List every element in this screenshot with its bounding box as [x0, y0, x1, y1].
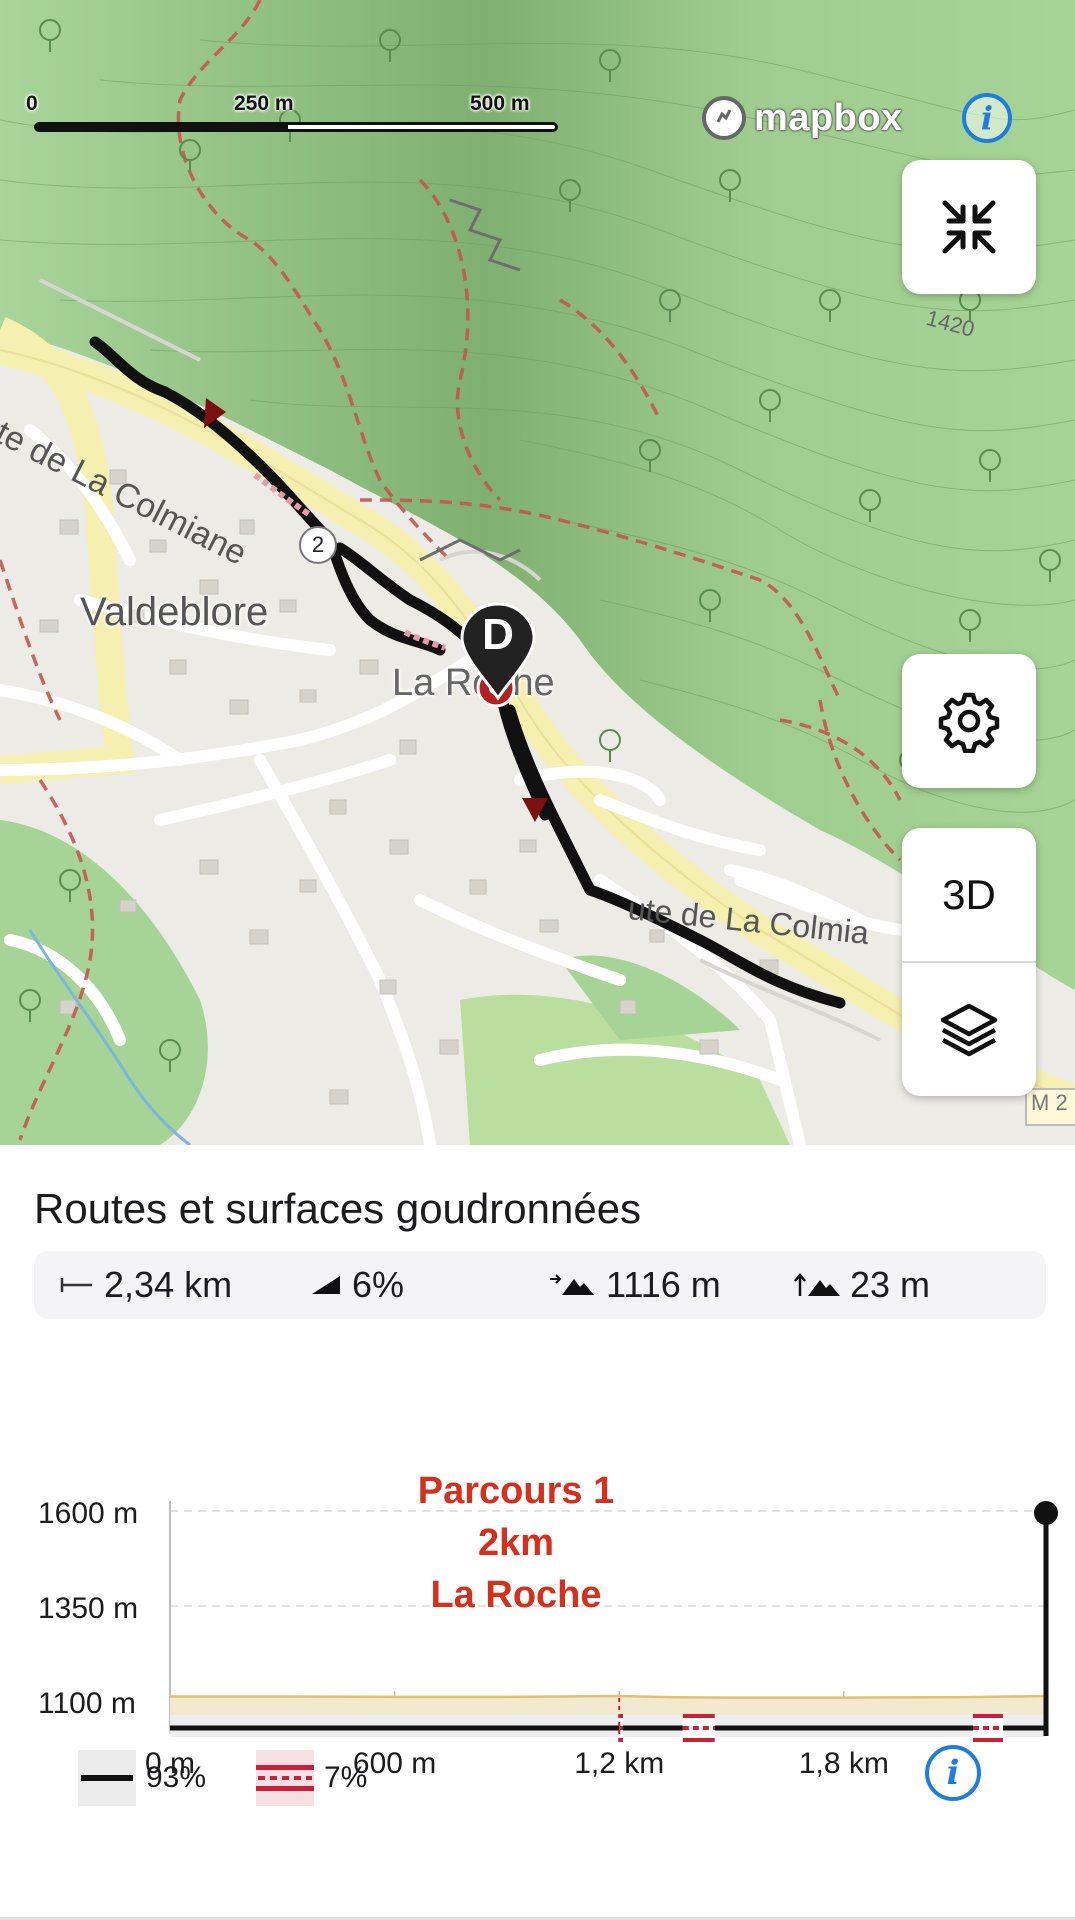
scale-tick-250: 250 m	[234, 92, 294, 115]
map-attribution-info-icon[interactable]: i	[962, 93, 1012, 143]
chart-area-fill	[170, 1696, 1046, 1715]
surface-detail-panel: Routes et surfaces goudronnées 2,34 km 6…	[0, 1145, 1075, 1920]
legend-road[interactable]: 93%	[78, 1750, 206, 1806]
max-altitude-icon	[550, 1274, 594, 1295]
stat-distance-value: 2,34 km	[104, 1264, 233, 1305]
route-stats-bar: 2,34 km 6% 1116 m 23 m	[34, 1251, 1046, 1319]
chart-y-tick-label: 1350 m	[38, 1592, 138, 1625]
slope-icon	[312, 1276, 340, 1294]
stat-elevation-gain: 23 m	[794, 1264, 930, 1306]
map-mode-button-group: 3D	[902, 828, 1036, 1096]
stat-max-altitude: 1116 m	[548, 1264, 721, 1306]
scale-tick-500: 500 m	[470, 92, 530, 115]
stat-slope-value: 6%	[352, 1264, 405, 1305]
elevation-gain-icon	[794, 1273, 840, 1296]
chart-annotation-line: 2km	[478, 1522, 554, 1564]
scale-tick-0: 0	[26, 92, 38, 115]
mapbox-wordmark: mapbox	[754, 96, 903, 139]
layers-icon	[940, 1003, 998, 1056]
scale-bar-fill	[34, 122, 296, 132]
collapse-arrows-icon	[942, 200, 996, 254]
chart-annotation: Parcours 1 2km La Roche	[418, 1470, 614, 1616]
chart-elevation-profile	[170, 1694, 1047, 1737]
stat-slope: 6%	[310, 1264, 404, 1306]
road-surface-icon	[78, 1750, 136, 1806]
stat-max-altitude-value: 1116 m	[606, 1264, 721, 1305]
departure-pin[interactable]: D	[458, 600, 538, 710]
legend-trail[interactable]: 7%	[256, 1750, 367, 1806]
toggle-3d-label: 3D	[942, 870, 996, 918]
village-label: Valdeblore	[80, 590, 269, 634]
stat-distance: 2,34 km	[60, 1264, 232, 1306]
distance-icon	[60, 1278, 92, 1292]
mapbox-mark-icon	[702, 96, 746, 140]
legend-road-percent: 93%	[146, 1761, 207, 1794]
chart-cursor-handle	[1034, 1501, 1058, 1525]
map-settings-button[interactable]	[902, 654, 1036, 788]
stat-elevation-gain-value: 23 m	[850, 1264, 931, 1305]
gear-icon	[938, 692, 1000, 753]
elevation-chart[interactable]: 1600 m1350 m1100 m 0 m 600 m 1,2 km 1,8 km …	[0, 1335, 1075, 1795]
legend-info-icon[interactable]: i	[925, 1745, 981, 1801]
map-layers-button[interactable]	[902, 963, 1036, 1096]
toggle-3d-button[interactable]: 3D	[902, 828, 1036, 961]
chart-y-axis-labels: 1600 m 1350 m 1100 m	[38, 1497, 138, 1720]
scale-bar-empty	[288, 122, 558, 132]
trail-surface-icon	[256, 1750, 314, 1806]
mapbox-logo[interactable]: mapbox	[702, 92, 903, 144]
chart-profile-line	[170, 1694, 1047, 1699]
map-view[interactable]: ute de La Colmiane ute de La Colmia Vald…	[0, 0, 1075, 1145]
chart-annotation-line: La Roche	[430, 1574, 601, 1616]
chart-y-tick-label: 1100 m	[38, 1687, 136, 1720]
map-scale-bar: 0 250 m 500 m	[26, 92, 558, 142]
chart-y-tick-label: 1600 m	[38, 1497, 138, 1530]
surface-legend: 93% 7%	[78, 1750, 978, 1810]
chart-annotation-line: Parcours 1	[418, 1470, 614, 1512]
pin-letter: D	[482, 610, 514, 659]
panel-title: Routes et surfaces goudronnées	[34, 1185, 642, 1232]
legend-trail-percent: 7%	[324, 1761, 368, 1794]
collapse-map-button[interactable]	[902, 160, 1036, 294]
route-waypoint-marker[interactable]: 2	[299, 526, 337, 564]
